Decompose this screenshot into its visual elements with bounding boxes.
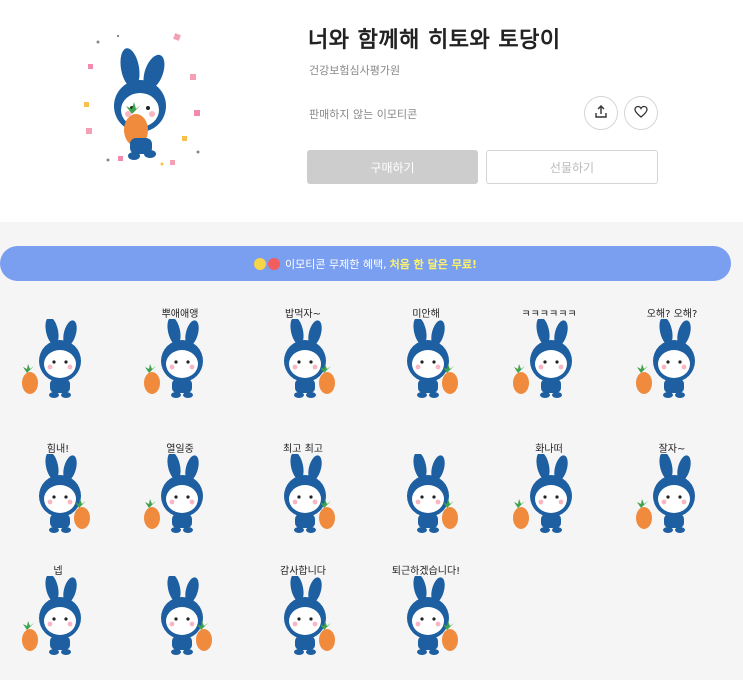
author-name[interactable]: 건강보험심사평가원 [309,62,400,78]
sticker-item[interactable]: ㅋㅋㅋㅋㅋㅋ [499,305,599,405]
sticker-item[interactable]: 오해? 오해? [622,305,722,405]
banner-text: 이모티콘 무제한 혜택, [285,257,387,271]
sticker-item[interactable]: 화나떠 [499,440,599,540]
rabbit-character-icon [513,319,572,398]
sticker-item[interactable]: 감사합니다 [253,562,353,662]
share-button[interactable] [584,96,618,130]
sticker-item[interactable]: 잘자~ [622,440,722,540]
rabbit-character-icon [144,454,203,533]
sticker-caption: 최고 최고 [283,444,323,455]
sticker-caption: 퇴근하겠습니다! [391,566,461,577]
rabbit-character-icon [39,454,90,533]
sticker-item[interactable] [376,440,476,540]
sticker-item[interactable]: 밥먹자~ [253,305,353,405]
rabbit-character-icon [22,576,81,655]
sticker-caption: ㅋㅋㅋㅋㅋㅋ [521,309,577,320]
rabbit-character-icon [144,319,203,398]
rabbit-character-icon [284,454,335,533]
plus-badge-icon [268,257,281,270]
share-icon [594,104,608,123]
sticker-item[interactable] [130,562,230,662]
like-button[interactable] [624,96,658,130]
sticker-item[interactable]: 넵 [8,562,108,662]
rabbit-character-icon [407,319,458,398]
rabbit-character-icon [636,319,695,398]
sticker-caption: 감사합니다 [280,566,326,577]
product-header: 너와 함께해 히토와 토당이 건강보험심사평가원 판매하지 않는 이모티콘 구매… [0,0,743,222]
sticker-caption: 밥먹자~ [285,309,321,320]
product-title: 너와 함께해 히토와 토당이 [308,28,561,53]
sticker-caption: 열일중 [166,444,194,455]
rabbit-character-icon [513,454,572,533]
rabbit-character-icon [284,319,335,398]
hero-sticker-image [78,32,208,172]
sticker-caption: 미안해 [412,309,440,320]
sticker-caption: 화나떠 [535,444,563,455]
sticker-caption: 잘자~ [658,444,686,455]
sticker-caption: 뿌애애앵 [161,309,199,320]
sticker-item[interactable] [8,305,108,405]
sticker-item[interactable]: 힘내! [8,440,108,540]
heart-icon [634,104,648,123]
sticker-item[interactable]: 뿌애애앵 [130,305,230,405]
gift-button[interactable]: 선물하기 [486,150,658,184]
sticker-item[interactable]: 미안해 [376,305,476,405]
rabbit-character-icon [407,576,458,655]
rabbit-character-icon [22,319,81,398]
sticker-caption: 오해? 오해? [646,309,698,320]
banner-highlight: 처음 한 달은 무료! [389,257,477,271]
promo-banner[interactable]: 이모티콘 무제한 혜택, 처음 한 달은 무료! [0,246,731,281]
sticker-caption: 넵 [53,566,63,577]
sale-status-text: 판매하지 않는 이모티콘 [309,108,418,121]
sticker-item[interactable]: 퇴근하겠습니다! [376,562,476,662]
sticker-caption: 힘내! [46,444,70,455]
rabbit-character-icon [161,576,212,655]
sticker-item[interactable]: 최고 최고 [253,440,353,540]
rabbit-character-icon [284,576,335,655]
smile-face-icon [254,257,267,270]
buy-button[interactable]: 구매하기 [307,150,478,184]
rabbit-character-icon [636,454,695,533]
rabbit-character-icon [407,454,458,533]
sticker-item[interactable]: 열일중 [130,440,230,540]
